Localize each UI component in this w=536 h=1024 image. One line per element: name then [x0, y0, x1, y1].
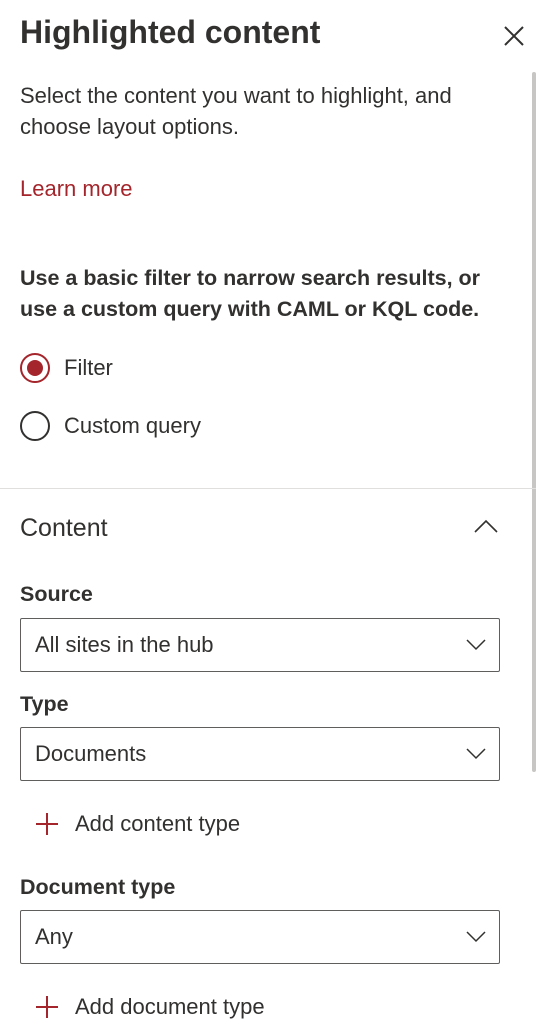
- chevron-down-icon: [466, 748, 486, 760]
- content-section-heading: Content: [20, 514, 108, 542]
- chevron-up-icon: [474, 519, 498, 533]
- radio-selected-dot: [27, 360, 43, 376]
- radio-filter-circle[interactable]: [20, 353, 50, 383]
- collapse-content-button[interactable]: [472, 516, 500, 536]
- source-dropdown-value: All sites in the hub: [35, 632, 214, 657]
- type-label: Type: [20, 692, 69, 716]
- close-button[interactable]: [500, 22, 528, 50]
- document-type-label: Document type: [20, 875, 176, 899]
- panel-title: Highlighted content: [20, 14, 321, 50]
- plus-icon: [36, 996, 58, 1018]
- source-dropdown[interactable]: All sites in the hub: [20, 618, 500, 672]
- close-icon: [504, 26, 524, 46]
- panel-description: Select the content you want to highlight…: [20, 83, 452, 139]
- query-instructions: Use a basic filter to narrow search resu…: [20, 266, 481, 321]
- radio-filter-label[interactable]: Filter: [64, 355, 113, 381]
- add-content-type-button[interactable]: Add content type: [34, 808, 240, 840]
- document-type-dropdown[interactable]: Any: [20, 910, 500, 964]
- chevron-down-icon: [466, 931, 486, 943]
- add-content-type-label: Add content type: [75, 811, 241, 836]
- section-divider: [0, 488, 536, 489]
- radio-custom-query-circle[interactable]: [20, 411, 50, 441]
- type-dropdown-value: Documents: [35, 741, 147, 766]
- type-dropdown[interactable]: Documents: [20, 727, 500, 781]
- learn-more-link[interactable]: Learn more: [20, 176, 133, 202]
- document-type-dropdown-value: Any: [35, 924, 73, 949]
- radio-custom-query-label[interactable]: Custom query: [64, 413, 201, 439]
- source-label: Source: [20, 582, 93, 606]
- highlighted-content-panel: Highlighted content Select the content y…: [0, 0, 536, 1024]
- plus-icon: [36, 813, 58, 835]
- scrollbar[interactable]: [532, 72, 536, 772]
- radio-filter[interactable]: Filter: [20, 352, 113, 384]
- radio-custom-query[interactable]: Custom query: [20, 410, 201, 442]
- chevron-down-icon: [466, 639, 486, 651]
- add-document-type-label: Add document type: [75, 994, 265, 1019]
- add-document-type-button[interactable]: Add document type: [34, 991, 265, 1023]
